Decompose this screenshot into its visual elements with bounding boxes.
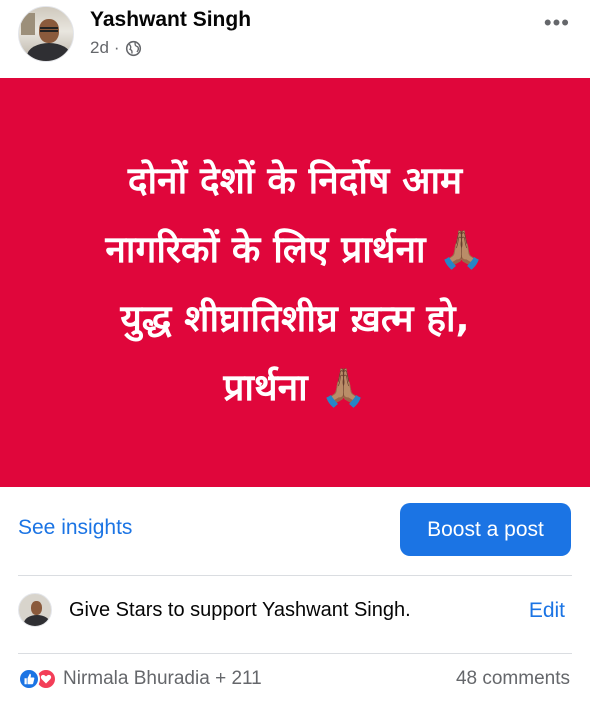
card-line-2: नागरिकों के लिए प्रार्थना 🙏🏽 xyxy=(105,227,485,271)
card-text: दोनों देशों के निर्दोष आम नागरिकों के लि… xyxy=(25,146,565,422)
reactions-summary[interactable]: Nirmala Bhuradia + 211 xyxy=(18,668,262,690)
card-line-4: प्रार्थना 🙏🏽 xyxy=(223,365,367,409)
meta-separator: · xyxy=(113,38,120,57)
post-header: Yashwant Singh 2d · ••• xyxy=(0,0,590,78)
divider xyxy=(18,575,572,576)
divider xyxy=(18,653,572,654)
more-options-icon[interactable]: ••• xyxy=(544,10,570,36)
edit-stars-link[interactable]: Edit xyxy=(529,599,565,623)
like-icon xyxy=(18,668,40,690)
author-name[interactable]: Yashwant Singh xyxy=(90,8,251,32)
post-text-card: दोनों देशों के निर्दोष आम नागरिकों के लि… xyxy=(0,78,590,487)
author-avatar[interactable] xyxy=(18,6,74,62)
comments-count[interactable]: 48 comments xyxy=(456,668,570,690)
post-meta: 2d · xyxy=(90,38,142,58)
card-line-1: दोनों देशों के निर्दोष आम xyxy=(127,158,463,202)
post-time[interactable]: 2d xyxy=(90,38,109,58)
see-insights-link[interactable]: See insights xyxy=(18,516,132,540)
give-stars-text[interactable]: Give Stars to support Yashwant Singh. xyxy=(69,599,411,622)
reaction-names: Nirmala Bhuradia + 211 xyxy=(63,668,262,689)
globe-icon[interactable] xyxy=(125,40,142,57)
user-avatar xyxy=(18,593,52,627)
boost-post-button[interactable]: Boost a post xyxy=(400,503,571,556)
card-line-3: युद्ध शीघ्रातिशीघ्र ख़त्म हो, xyxy=(120,296,470,340)
